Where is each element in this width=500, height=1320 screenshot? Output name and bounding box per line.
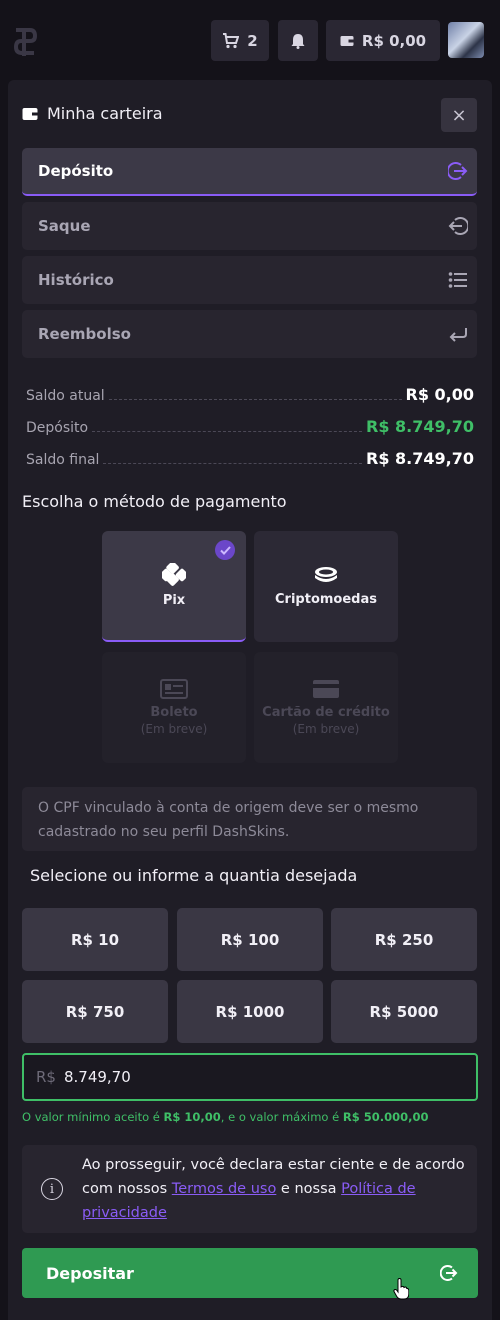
dotted-leader (108, 399, 402, 400)
summary-current-balance: Saldo atual R$ 0,00 (26, 382, 474, 404)
deposit-icon (448, 162, 468, 180)
summary-label: Saldo atual (26, 388, 105, 404)
payment-method-crypto[interactable]: Criptomoedas (254, 531, 398, 642)
preset-amount[interactable]: R$ 250 (331, 908, 477, 971)
history-icon (448, 272, 467, 288)
close-icon: × (451, 104, 467, 126)
limits-min: R$ 10,00 (163, 1110, 221, 1124)
wallet-header: Minha carteira (22, 104, 163, 123)
summary-label: Saldo final (26, 452, 100, 468)
payment-method-credit-card: Cartão de crédito (Em breve) (254, 652, 398, 763)
wallet-icon (340, 35, 354, 46)
boleto-soon: (Em breve) (140, 722, 208, 736)
summary-final-balance: Saldo final R$ 8.749,70 (26, 446, 474, 468)
terms-of-use-link[interactable]: Termos de uso (172, 1181, 277, 1197)
cart-icon (223, 32, 240, 48)
deposit-button-label: Depositar (46, 1263, 134, 1283)
close-button[interactable]: × (441, 98, 477, 132)
wallet-icon (22, 107, 38, 120)
top-bar: 2 R$ 0,00 (0, 0, 500, 80)
pix-label: Pix (162, 593, 186, 608)
terms-box: i Ao prosseguir, você declara estar cien… (22, 1145, 477, 1233)
avatar[interactable] (448, 22, 484, 58)
boleto-label: Boleto (150, 705, 198, 720)
amount-heading: Selecione ou informe a quantia desejada (30, 866, 358, 885)
preset-amount[interactable]: R$ 750 (22, 980, 168, 1043)
cart-count: 2 (247, 31, 258, 50)
limits-text: , e o valor máximo é (220, 1110, 343, 1124)
deposit-arrow-icon (440, 1265, 458, 1281)
summary-value: R$ 0,00 (405, 385, 475, 404)
amount-input[interactable] (63, 1068, 364, 1086)
coins-icon (315, 567, 337, 582)
tab-withdraw[interactable]: Saque (22, 202, 477, 250)
summary-value: R$ 8.749,70 (366, 449, 474, 468)
tab-deposit[interactable]: Depósito (22, 148, 477, 196)
preset-amount[interactable]: R$ 5000 (331, 980, 477, 1043)
credit-card-soon: (Em breve) (292, 722, 360, 736)
tab-deposit-label: Depósito (38, 162, 114, 180)
cart-button[interactable]: 2 (211, 20, 269, 61)
info-icon: i (41, 1178, 63, 1200)
dotted-leader (103, 463, 363, 464)
balance-text: R$ 0,00 (361, 31, 427, 50)
dotted-leader (92, 431, 363, 432)
currency-prefix: R$ (36, 1068, 56, 1086)
notifications-button[interactable] (278, 20, 318, 61)
preset-amount[interactable]: R$ 10 (22, 908, 168, 971)
terms-text: Ao prosseguir, você declara estar ciente… (82, 1153, 467, 1225)
summary-deposit: Depósito R$ 8.749,70 (26, 414, 474, 436)
deposit-button[interactable]: Depositar (22, 1248, 478, 1298)
refund-icon (449, 328, 467, 342)
terms-text-part: e nossa (276, 1181, 342, 1197)
logo-icon[interactable] (12, 26, 38, 58)
limits-text: O valor mínimo aceito é (22, 1110, 164, 1124)
payment-method-pix[interactable]: Pix (102, 531, 246, 642)
amount-limits: O valor mínimo aceito é R$ 10,00, e o va… (22, 1110, 428, 1124)
tab-history-label: Histórico (38, 271, 114, 289)
credit-card-icon (313, 680, 339, 698)
payment-method-boleto: Boleto (Em breve) (102, 652, 246, 763)
pix-icon (162, 563, 186, 586)
limits-max: R$ 50.000,00 (342, 1110, 429, 1124)
summary-value: R$ 8.749,70 (366, 417, 474, 436)
boleto-icon (160, 679, 188, 699)
wallet-title: Minha carteira (47, 104, 163, 123)
hand-cursor-icon (393, 1278, 409, 1300)
summary-label: Depósito (26, 420, 89, 436)
tab-refund[interactable]: Reembolso (22, 310, 477, 358)
tab-withdraw-label: Saque (38, 217, 91, 235)
preset-amount[interactable]: R$ 100 (177, 908, 323, 971)
tab-refund-label: Reembolso (38, 325, 131, 343)
crypto-label: Criptomoedas (275, 592, 377, 607)
withdraw-icon (448, 217, 468, 235)
bell-icon (291, 33, 305, 49)
balance-button[interactable]: R$ 0,00 (326, 20, 440, 61)
credit-card-label: Cartão de crédito (262, 705, 390, 720)
check-icon (215, 540, 235, 560)
tab-history[interactable]: Histórico (22, 256, 477, 304)
cpf-notice: O CPF vinculado à conta de origem deve s… (22, 787, 477, 851)
amount-input-wrapper[interactable]: R$ (22, 1053, 478, 1101)
preset-amount[interactable]: R$ 1000 (177, 980, 323, 1043)
payment-heading: Escolha o método de pagamento (22, 492, 287, 511)
